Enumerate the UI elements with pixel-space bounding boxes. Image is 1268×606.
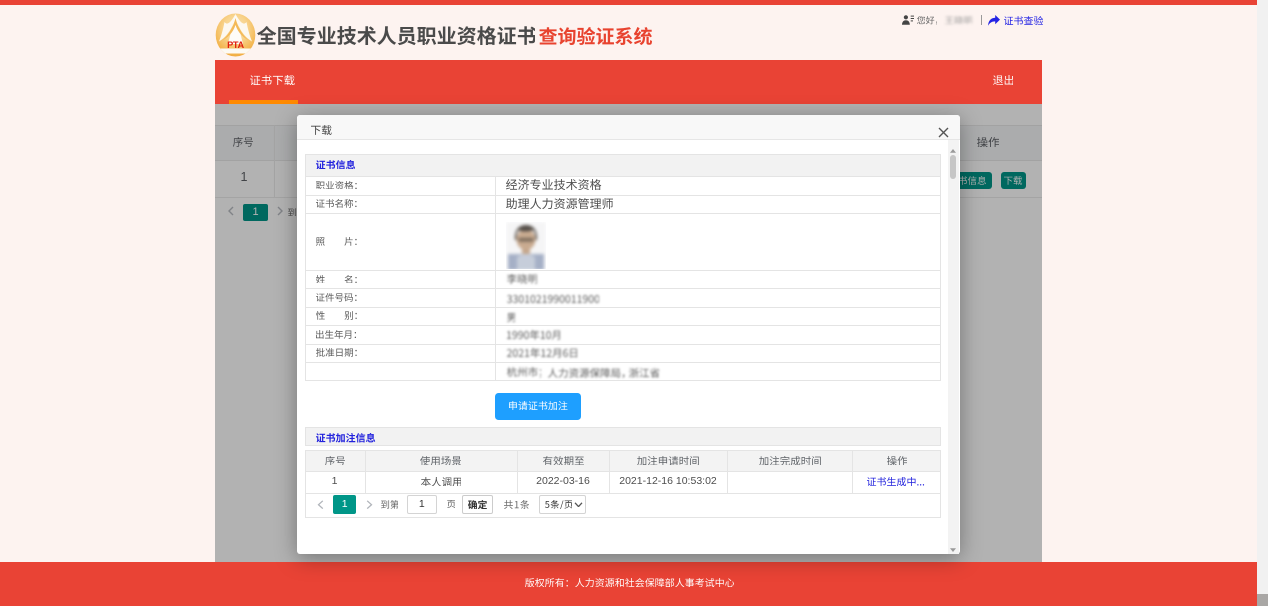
svg-text:PTA: PTA: [227, 40, 244, 50]
